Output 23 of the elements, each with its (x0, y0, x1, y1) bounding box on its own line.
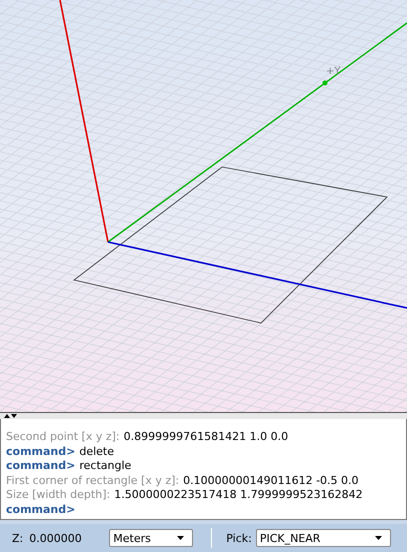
splitter-bar[interactable] (0, 412, 407, 419)
pick-label: Pick: (226, 532, 252, 544)
up-arrow-icon[interactable] (4, 414, 10, 418)
console-text: delete (79, 444, 114, 459)
caret-icon (374, 536, 382, 540)
console-prompt: command> (6, 459, 76, 474)
console-text: 0.8999999761581421 1.0 0.0 (124, 430, 288, 444)
console-text: 1.5000000223517418 1.7999999523162842 (114, 488, 363, 502)
pick-dropdown[interactable]: PICK_NEAR (256, 529, 391, 547)
console-text: 0.10000000149011612 -0.5 0.0 (183, 474, 359, 488)
caret-icon (177, 536, 184, 540)
down-arrow-icon[interactable] (11, 414, 17, 418)
z-label: Z: (12, 532, 24, 544)
console-prompt: command> (6, 444, 76, 459)
axis-label: +Y (326, 66, 340, 77)
console-prompt: First corner of rectangle [x y z]: (6, 474, 180, 488)
z-value: 0.000000 (29, 532, 83, 544)
console-prompt: command> (6, 502, 76, 517)
console-prompt: Second point [x y z]: (6, 430, 120, 444)
axis-point (322, 80, 328, 86)
console-prompt: Size [width depth]: (6, 488, 110, 502)
units-dropdown[interactable]: Meters (109, 529, 194, 547)
console-text: rectangle (79, 459, 132, 474)
